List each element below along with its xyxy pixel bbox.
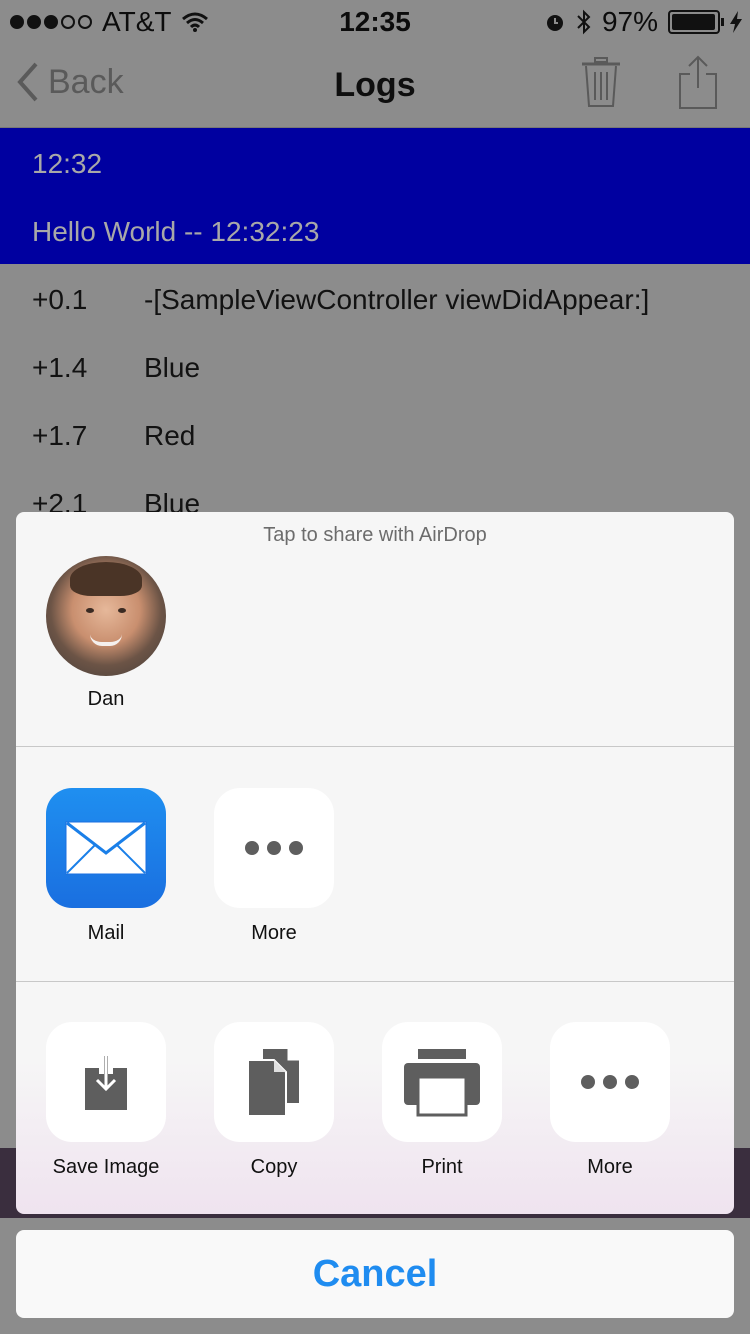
cancel-button[interactable]: Cancel bbox=[16, 1230, 734, 1318]
share-app-label: More bbox=[251, 922, 297, 944]
copy-icon bbox=[214, 1022, 334, 1142]
status-bar: AT&T 12:35 97% bbox=[0, 0, 750, 40]
battery-percent: 97% bbox=[601, 6, 658, 37]
action-label: Copy bbox=[250, 1156, 298, 1178]
share-icon[interactable] bbox=[676, 54, 720, 110]
more-icon bbox=[214, 788, 334, 908]
action-label: More bbox=[587, 1156, 633, 1178]
log-message: -[SampleViewController viewDidAppear:] bbox=[144, 284, 650, 315]
battery-icon bbox=[668, 10, 724, 34]
charging-icon bbox=[730, 11, 742, 33]
print-icon bbox=[382, 1022, 502, 1142]
session-message: Hello World -- 12:32:23 bbox=[32, 216, 320, 247]
share-apps-row: Mail More bbox=[16, 788, 734, 988]
print-button[interactable]: Print bbox=[381, 1022, 503, 1179]
more-icon bbox=[550, 1022, 670, 1142]
table-row[interactable]: +1.7 Red bbox=[0, 400, 750, 468]
mail-icon bbox=[46, 788, 166, 908]
more-actions-button[interactable]: More bbox=[549, 1022, 671, 1179]
share-app-mail[interactable]: Mail bbox=[45, 788, 167, 945]
log-list: +0.1 -[SampleViewController viewDidAppea… bbox=[0, 264, 750, 536]
divider bbox=[16, 746, 734, 747]
action-label: Print bbox=[421, 1156, 463, 1178]
share-app-label: Mail bbox=[87, 922, 125, 944]
share-app-more[interactable]: More bbox=[213, 788, 335, 945]
navigation-bar: Back Logs bbox=[0, 40, 750, 128]
share-actions-row: Save Image Copy Print More bbox=[16, 1022, 734, 1212]
status-right: 97% bbox=[544, 6, 742, 38]
airdrop-person-name: Dan bbox=[87, 688, 125, 710]
session-time: 12:32 bbox=[32, 148, 103, 179]
action-label: Save Image bbox=[52, 1156, 160, 1178]
table-row[interactable]: +1.4 Blue bbox=[0, 332, 750, 400]
copy-button[interactable]: Copy bbox=[213, 1022, 335, 1179]
avatar bbox=[46, 556, 166, 676]
trash-icon[interactable] bbox=[580, 56, 622, 108]
save-image-icon bbox=[46, 1022, 166, 1142]
log-time: +1.7 bbox=[32, 420, 88, 451]
log-time: +1.4 bbox=[32, 352, 88, 383]
bluetooth-icon bbox=[577, 9, 591, 35]
alarm-icon bbox=[546, 15, 563, 31]
log-time: +0.1 bbox=[32, 284, 88, 315]
log-message: Red bbox=[144, 420, 196, 451]
airdrop-person-dan[interactable]: Dan bbox=[44, 556, 168, 711]
log-session-header[interactable]: 12:32 Hello World -- 12:32:23 bbox=[0, 128, 750, 264]
log-message: Blue bbox=[144, 352, 201, 383]
table-row[interactable]: +0.1 -[SampleViewController viewDidAppea… bbox=[0, 264, 750, 332]
save-image-button[interactable]: Save Image bbox=[45, 1022, 167, 1179]
page-title: Logs bbox=[334, 66, 416, 104]
share-sheet: Tap to share with AirDrop Dan Mail More … bbox=[16, 512, 734, 1214]
divider bbox=[16, 981, 734, 982]
airdrop-hint: Tap to share with AirDrop bbox=[263, 524, 487, 546]
